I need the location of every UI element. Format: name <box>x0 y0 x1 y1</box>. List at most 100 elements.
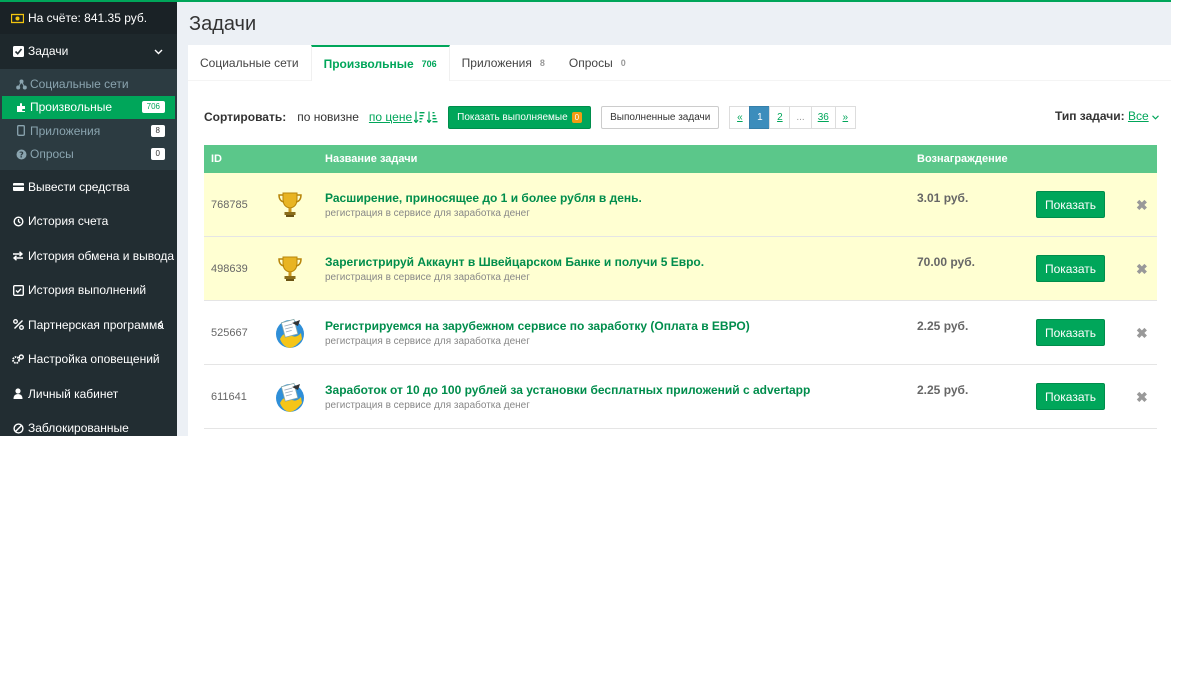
tab-label: Социальные сети <box>200 56 299 70</box>
task-id: 498639 <box>211 263 248 275</box>
table-row: 498639 Зарегистрируй Аккаунт в Швейцарск… <box>204 237 1157 301</box>
sort-label: Сортировать: <box>204 110 287 124</box>
show-running-button[interactable]: Показать выполняемые 0 <box>448 105 592 129</box>
tasks-submenu: Социальные сети Произвольные 706 Приложе… <box>0 68 177 170</box>
task-reward: 3.01 руб. <box>917 191 969 205</box>
exchange-icon <box>12 250 24 262</box>
ban-icon <box>12 422 24 434</box>
sidebar-item-label: История выполнений <box>28 283 147 298</box>
show-task-button[interactable]: Показать <box>1036 383 1105 410</box>
sort-icons <box>414 111 438 123</box>
user-icon <box>12 388 24 400</box>
tab-count: 8 <box>539 58 545 68</box>
sidebar-item-withdraw[interactable]: Вывести средства <box>0 170 177 205</box>
task-subtitle: регистрация в сервисе для заработка дене… <box>325 272 530 283</box>
table-header: ID Название задачи Вознаграждение <box>204 145 1157 173</box>
tab-label: Опросы <box>568 56 613 70</box>
sort-by-price-link[interactable]: по цене <box>369 110 412 124</box>
sidebar-item-notifications[interactable]: Настройка оповещений <box>0 342 177 377</box>
page-prev[interactable]: « <box>729 105 751 129</box>
close-icon[interactable]: ✖ <box>1136 197 1148 214</box>
globe-task-icon <box>274 317 306 349</box>
chevron-down-icon[interactable] <box>1152 115 1159 120</box>
sidebar-item-account-history[interactable]: История счета <box>0 204 177 239</box>
sidebar-subitem-label: Приложения <box>30 123 101 138</box>
completed-tasks-button[interactable]: Выполненные задачи <box>601 105 720 129</box>
sidebar-item-label: Личный кабинет <box>28 386 119 401</box>
task-title-link[interactable]: Заработок от 10 до 100 рублей за установ… <box>325 383 810 397</box>
chevron-down-icon <box>154 44 163 58</box>
sidebar-item-label: Заблокированные <box>28 421 129 436</box>
task-id: 611641 <box>211 391 247 403</box>
sidebar-subitem-label: Социальные сети <box>30 77 129 92</box>
mobile-icon <box>15 125 27 137</box>
page-1[interactable]: 1 <box>749 105 771 129</box>
sidebar-item-profile[interactable]: Личный кабинет <box>0 377 177 412</box>
task-title-link[interactable]: Зарегистрируй Аккаунт в Швейцарском Банк… <box>325 255 704 269</box>
sort-asc-icon[interactable] <box>427 111 438 123</box>
task-reward: 2.25 руб. <box>917 319 969 333</box>
tab-polls[interactable]: Опросы 0 <box>557 45 638 81</box>
sidebar-item-partner[interactable]: Партнерская программа <box>0 308 177 343</box>
tasks-table: ID Название задачи Вознаграждение 768785… <box>204 145 1157 429</box>
page-36[interactable]: 36 <box>810 105 836 129</box>
sidebar-item-label: Вывести средства <box>28 179 130 194</box>
toolbar: Сортировать: по новизне по цене Показать… <box>204 105 1159 129</box>
tab-apps[interactable]: Приложения 8 <box>450 45 557 81</box>
page-title: Задачи <box>189 13 257 35</box>
sidebar-item-label: История счета <box>28 214 109 229</box>
task-title-link[interactable]: Регистрируемся на зарубежном сервисе по … <box>325 319 750 333</box>
sidebar-item-completion-history[interactable]: История выполнений <box>0 273 177 308</box>
sidebar-item-label: История обмена и вывода <box>28 248 175 263</box>
sidebar-subitem-label: Произвольные <box>30 100 113 115</box>
table-row: 768785 Расширение, приносящее до 1 и бол… <box>204 173 1157 237</box>
show-task-button[interactable]: Показать <box>1036 255 1105 282</box>
task-type-dropdown[interactable]: Все <box>1128 109 1149 123</box>
sidebar-item-label: Партнерская программа <box>28 317 164 332</box>
sort-desc-icon[interactable] <box>414 111 425 123</box>
sidebar-subitem-polls[interactable]: ? Опросы 0 <box>0 142 177 165</box>
task-title-link[interactable]: Расширение, приносящее до 1 и более рубл… <box>325 191 642 205</box>
show-task-button[interactable]: Показать <box>1036 191 1105 218</box>
sidebar-item-blocked[interactable]: Заблокированные <box>0 411 177 446</box>
sort-by-new[interactable]: по новизне <box>297 110 359 124</box>
tab-label: Произвольные <box>323 57 414 71</box>
task-id: 525667 <box>211 327 248 339</box>
question-circle-icon: ? <box>15 149 27 160</box>
trophy-icon <box>274 253 306 285</box>
tab-custom[interactable]: Произвольные 706 <box>310 45 450 81</box>
sidebar-subitem-custom[interactable]: Произвольные 706 <box>2 95 175 120</box>
count-badge: 8 <box>150 124 165 137</box>
sidebar-subitem-social[interactable]: Социальные сети <box>0 73 177 96</box>
sidebar-item-exchange-history[interactable]: История обмена и вывода <box>0 239 177 274</box>
show-task-button[interactable]: Показать <box>1036 319 1105 346</box>
sidebar-item-label: Задачи <box>28 44 69 59</box>
page-next[interactable]: » <box>834 105 856 129</box>
task-id: 768785 <box>211 199 248 211</box>
trophy-icon <box>274 189 306 221</box>
tasks-box: Социальные сети Произвольные 706 Приложе… <box>188 45 1171 438</box>
count-badge: 0 <box>150 148 165 161</box>
globe-task-icon <box>274 381 306 413</box>
svg-text:?: ? <box>19 150 24 159</box>
count-badge: 706 <box>141 101 165 114</box>
wallet-icon <box>12 181 24 193</box>
column-header-name: Название задачи <box>325 153 418 165</box>
tab-label: Приложения <box>461 56 532 70</box>
history-icon <box>12 215 24 227</box>
close-icon[interactable]: ✖ <box>1136 325 1148 342</box>
tab-social[interactable]: Социальные сети <box>188 45 311 81</box>
sidebar-subitem-apps[interactable]: Приложения 8 <box>0 119 177 142</box>
sidebar-item-tasks[interactable]: Задачи <box>0 34 177 69</box>
page-2[interactable]: 2 <box>769 105 791 129</box>
close-icon[interactable]: ✖ <box>1136 261 1148 278</box>
close-icon[interactable]: ✖ <box>1136 389 1148 406</box>
column-header-id: ID <box>211 153 222 165</box>
sidebar-item-label: Настройка оповещений <box>28 352 160 367</box>
main-content: Задачи Социальные сети Произвольные 706 … <box>177 0 1171 438</box>
task-type-label: Тип задачи: <box>1054 109 1125 123</box>
money-icon <box>11 13 24 23</box>
button-label: Показать выполняемые <box>457 111 568 123</box>
task-subtitle: регистрация в сервисе для заработка дене… <box>325 400 530 411</box>
sidebar-subitem-label: Опросы <box>30 147 74 162</box>
